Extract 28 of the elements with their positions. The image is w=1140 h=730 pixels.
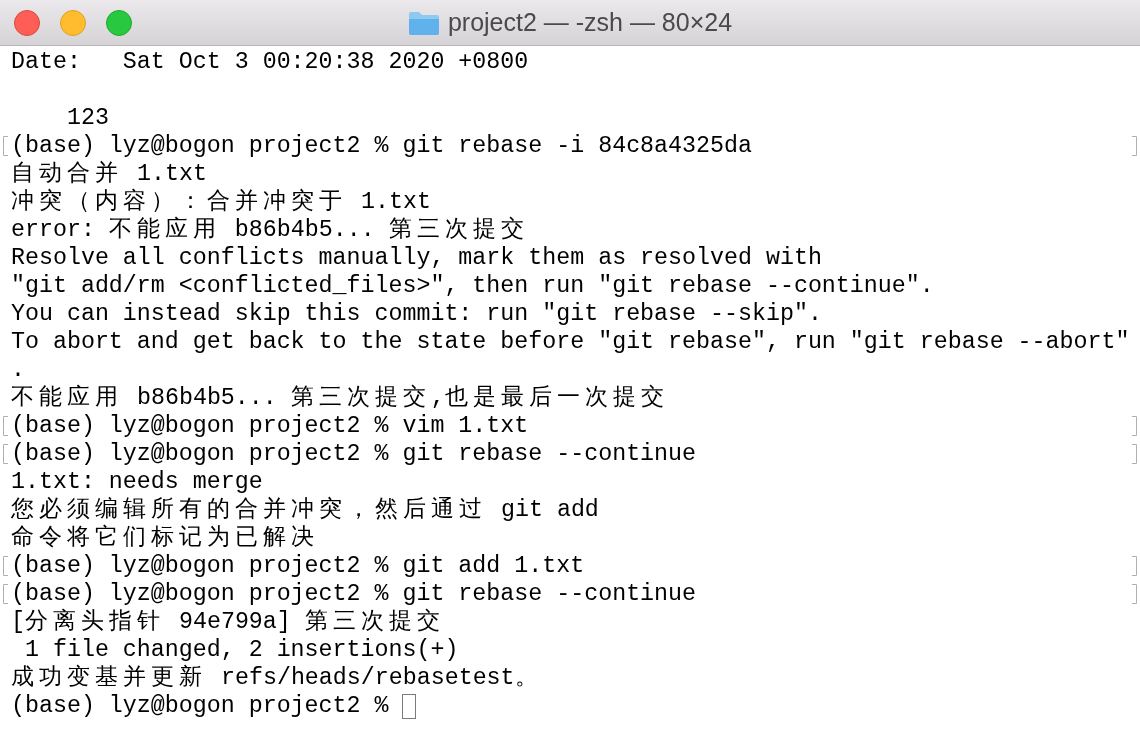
prompt-line: (base) lyz@bogon project2 % git rebase -i 84c8a4325da	[11, 132, 752, 160]
output-line: 不能应用 b86b4b5... 第三次提交,也是最后一次提交	[11, 384, 669, 412]
output-line: error: 不能应用 b86b4b5... 第三次提交	[11, 216, 529, 244]
output-line: 命令将它们标记为已解决	[11, 524, 319, 552]
output-line: 冲突（内容）：合并冲突于 1.txt	[11, 188, 431, 216]
close-button[interactable]	[14, 9, 40, 36]
prompt-line: (base) lyz@bogon project2 % git rebase --continue	[11, 440, 697, 468]
prompt-line: (base) lyz@bogon project2 % git add 1.txt	[11, 552, 585, 580]
prompt-line: (base) lyz@bogon project2 %	[11, 692, 389, 720]
output-line: Date: Sat Oct 3 00:20:38 2020 +0800	[11, 48, 529, 76]
output-line: 成功变基并更新 refs/heads/rebasetest。	[11, 664, 543, 692]
prompt-line: (base) lyz@bogon project2 % vim 1.txt	[11, 412, 529, 440]
output-line: [分离头指针 94e799a] 第三次提交	[11, 608, 445, 636]
output-line: "git add/rm <conflicted_files>", then run "git rebase --continue".	[11, 272, 934, 300]
minimize-button[interactable]	[60, 9, 86, 36]
output-line: 1.txt: needs merge	[11, 468, 263, 496]
output-line: 1 file changed, 2 insertions(+)	[23, 636, 459, 664]
output-line: .	[11, 356, 25, 384]
zoom-button[interactable]	[106, 9, 132, 36]
prompt-line: (base) lyz@bogon project2 % git rebase --continue	[11, 580, 697, 608]
output-line: 您必须编辑所有的合并冲突，然后通过 git add	[11, 496, 599, 524]
output-line: You can instead skip this commit: run "git rebase --skip".	[11, 300, 822, 328]
output-line: Resolve all conflicts manually, mark them as resolved with	[11, 244, 822, 272]
output-line: To abort and get back to the state before "git rebase", run "git rebase --abort"	[11, 328, 1130, 356]
output-line: 123	[65, 104, 109, 132]
output-line: 自动合并 1.txt	[11, 160, 207, 188]
window-title: project2 — -zsh — 80×24	[447, 7, 733, 39]
folder-icon	[407, 10, 440, 36]
